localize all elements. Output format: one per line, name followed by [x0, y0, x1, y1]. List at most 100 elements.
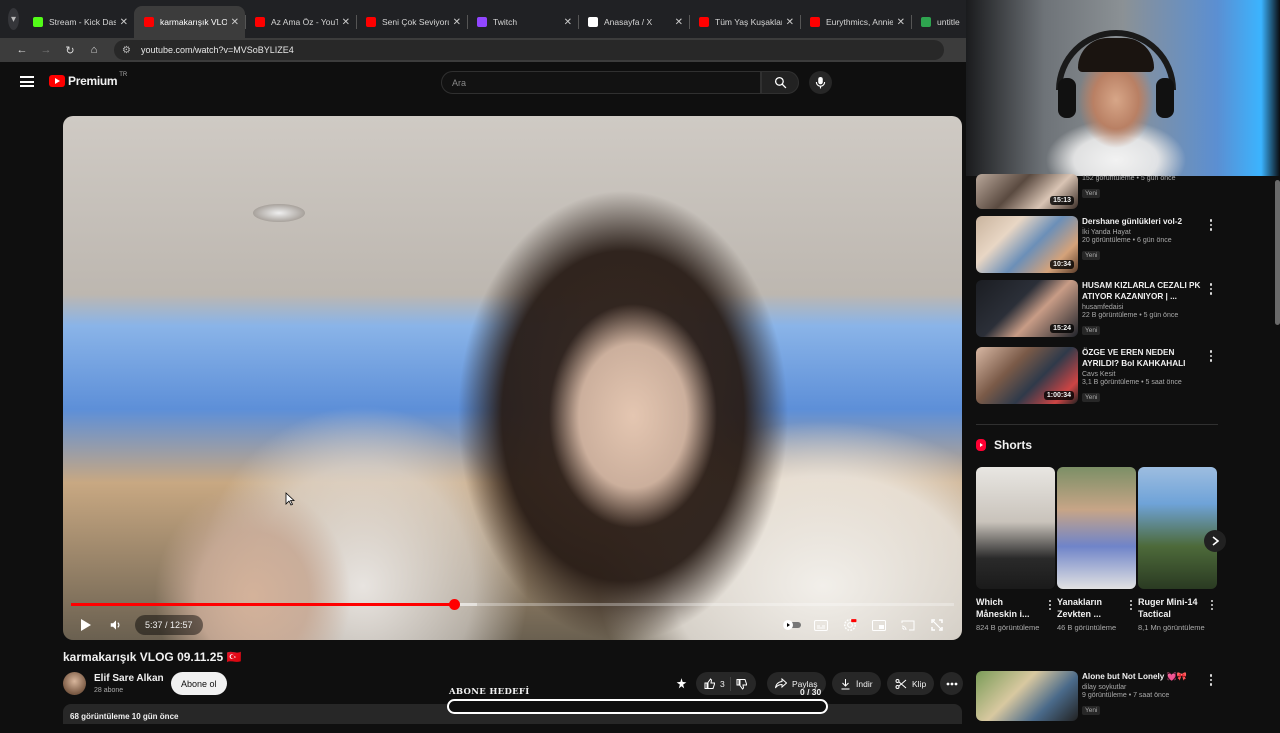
channel-name[interactable]: Elif Sare Alkan: [94, 673, 164, 684]
short-thumbnail[interactable]: [976, 467, 1055, 589]
browser-tab[interactable]: Seni Çok Seviyorum ✕: [356, 6, 467, 38]
list-item[interactable]: 1:00:34 ÖZGE VE EREN NEDEN AYRILDI? Bol K…: [976, 347, 1216, 409]
site-info-icon[interactable]: ⚙: [122, 45, 131, 56]
video-thumbnail[interactable]: 10:34: [976, 216, 1078, 273]
browser-tab[interactable]: Twitch ✕: [467, 6, 578, 38]
close-tab-icon[interactable]: ✕: [675, 17, 683, 28]
voice-search-button[interactable]: [809, 71, 832, 94]
like-divider: [729, 676, 731, 691]
more-vertical-icon[interactable]: [1206, 673, 1216, 687]
logo-region: TR: [119, 72, 128, 78]
video-player[interactable]: 5:37 / 12:57: [63, 116, 962, 640]
video-channel: İki Yanda Hayat: [1082, 229, 1131, 236]
back-icon[interactable]: ←: [12, 44, 32, 56]
reload-icon[interactable]: ↻: [60, 44, 80, 57]
video-thumbnail[interactable]: [976, 671, 1078, 721]
short-item[interactable]: Ruger Mini-14 Tactical 8,1 Mn görüntüleme: [1138, 467, 1217, 633]
tab-search-icon[interactable]: ▾: [8, 8, 19, 30]
subtitles-icon: [813, 619, 828, 631]
list-item[interactable]: 15:24 HUSAM KIZLARLA CEZALI PK ATIYOR KAZ…: [976, 280, 1216, 342]
mute-button[interactable]: [105, 614, 127, 636]
more-vertical-icon[interactable]: [1206, 349, 1216, 363]
cast-button[interactable]: [896, 614, 919, 636]
search-button[interactable]: [761, 71, 799, 94]
browser-tab[interactable]: Az Ama Öz - YouTube ✕: [245, 6, 356, 38]
tab-favicon-icon: [699, 17, 709, 27]
more-vertical-icon[interactable]: [1209, 599, 1215, 611]
more-vertical-icon[interactable]: [1128, 599, 1134, 611]
browser-tab[interactable]: untitled: [911, 6, 966, 38]
close-tab-icon[interactable]: ✕: [897, 17, 905, 28]
more-vertical-icon[interactable]: [1206, 218, 1216, 232]
fullscreen-button[interactable]: [925, 614, 948, 636]
miniplayer-button[interactable]: [867, 614, 890, 636]
url-field[interactable]: ⚙ youtube.com/watch?v=MVSoBYLIZE4: [114, 40, 944, 60]
scrubber-handle[interactable]: [449, 599, 461, 610]
menu-icon[interactable]: [20, 76, 34, 87]
video-frame-detail: [253, 204, 305, 222]
home-icon[interactable]: ⌂: [84, 44, 104, 56]
more-actions-button[interactable]: [940, 672, 963, 695]
short-title[interactable]: Ruger Mini-14 Tactical: [1138, 596, 1202, 620]
video-stats: 20 görüntüleme • 6 gün önce: [1082, 237, 1172, 244]
tab-title: Stream - Kick Dashboard: [49, 17, 116, 27]
goal-count: 0 / 30: [800, 687, 822, 697]
video-thumbnail[interactable]: 1:00:34: [976, 347, 1078, 404]
short-title[interactable]: Yanakların Zevkten ...: [1057, 596, 1121, 620]
short-title[interactable]: Which Måneskin i...: [976, 596, 1040, 620]
forward-icon[interactable]: →: [36, 44, 56, 56]
premium-badge[interactable]: [673, 672, 690, 695]
short-thumbnail[interactable]: [1138, 467, 1217, 589]
close-tab-icon[interactable]: ✕: [564, 17, 572, 28]
shorts-next-button[interactable]: [1204, 530, 1226, 552]
short-item[interactable]: Yanakların Zevkten ... 46 B görüntüleme: [1057, 467, 1136, 633]
short-thumbnail[interactable]: [1057, 467, 1136, 589]
video-thumbnail[interactable]: 15:13: [976, 174, 1078, 209]
video-title-item[interactable]: Dershane günlükleri vol-2: [1082, 216, 1206, 227]
browser-tab[interactable]: Tüm Yaş Kuşakları ✕: [689, 6, 800, 38]
progress-bar[interactable]: [71, 599, 954, 610]
video-title-item[interactable]: ÖZGE VE EREN NEDEN AYRILDI? Bol KAHKAHAL…: [1082, 347, 1206, 369]
more-vertical-icon[interactable]: [1206, 282, 1216, 296]
close-tab-icon[interactable]: ✕: [342, 17, 350, 28]
video-thumbnail[interactable]: 15:24: [976, 280, 1078, 337]
fullscreen-icon: [930, 619, 943, 631]
short-views: 8,1 Mn görüntüleme: [1138, 623, 1205, 632]
microphone-icon: [815, 77, 826, 89]
list-item[interactable]: 10:34 Dershane günlükleri vol-2 İki Yanda …: [976, 216, 1216, 278]
browser-tab[interactable]: Stream - Kick Dashboard ✕: [23, 6, 134, 38]
short-item[interactable]: Which Måneskin i... 824 B görüntüleme: [976, 467, 1055, 633]
subtitles-button[interactable]: [809, 614, 832, 636]
tab-favicon-icon: [366, 17, 376, 27]
video-title-item[interactable]: Alone but Not Lonely 💓🎀: [1082, 671, 1206, 682]
video-title-item[interactable]: HUSAM KIZLARLA CEZALI PK ATIYOR KAZANIYO…: [1082, 280, 1206, 302]
browser-tab[interactable]: Eurythmics, Annie Lennox ✕: [800, 6, 911, 38]
close-tab-icon[interactable]: ✕: [786, 17, 794, 28]
tab-title: untitled: [937, 17, 960, 27]
video-duration: 15:24: [1050, 324, 1074, 333]
browser-tab[interactable]: karmakarışık VLOG 09.11.25 ✕: [134, 6, 245, 38]
dislike-button[interactable]: [736, 678, 748, 690]
more-vertical-icon[interactable]: [1047, 599, 1053, 611]
settings-button[interactable]: [838, 614, 861, 636]
url-text: youtube.com/watch?v=MVSoBYLIZE4: [140, 45, 294, 55]
video-stats: 3,1 B görüntüleme • 5 saat önce: [1082, 379, 1182, 386]
channel-avatar[interactable]: [63, 672, 86, 695]
new-badge: Yeni: [1082, 326, 1101, 335]
headphone-cup-right: [1156, 78, 1174, 118]
autoplay-toggle[interactable]: [780, 614, 803, 636]
search-input[interactable]: Ara: [441, 71, 761, 94]
close-tab-icon[interactable]: ✕: [120, 17, 128, 28]
clip-button[interactable]: Klip: [887, 672, 935, 695]
play-button[interactable]: [75, 614, 97, 636]
close-tab-icon[interactable]: ✕: [231, 17, 239, 28]
page-scrollbar[interactable]: [1275, 180, 1280, 325]
download-button[interactable]: İndir: [832, 672, 881, 695]
subscribe-button[interactable]: Abone ol: [171, 672, 227, 695]
youtube-premium-logo[interactable]: Premium TR: [49, 72, 128, 88]
browser-tab[interactable]: Anasayfa / X ✕: [578, 6, 689, 38]
video-stats: 9 görüntüleme • 7 saat önce: [1082, 692, 1170, 699]
list-item[interactable]: Alone but Not Lonely 💓🎀 dilay soykutlar …: [976, 671, 1216, 733]
like-button[interactable]: 3: [704, 677, 725, 690]
close-tab-icon[interactable]: ✕: [453, 17, 461, 28]
